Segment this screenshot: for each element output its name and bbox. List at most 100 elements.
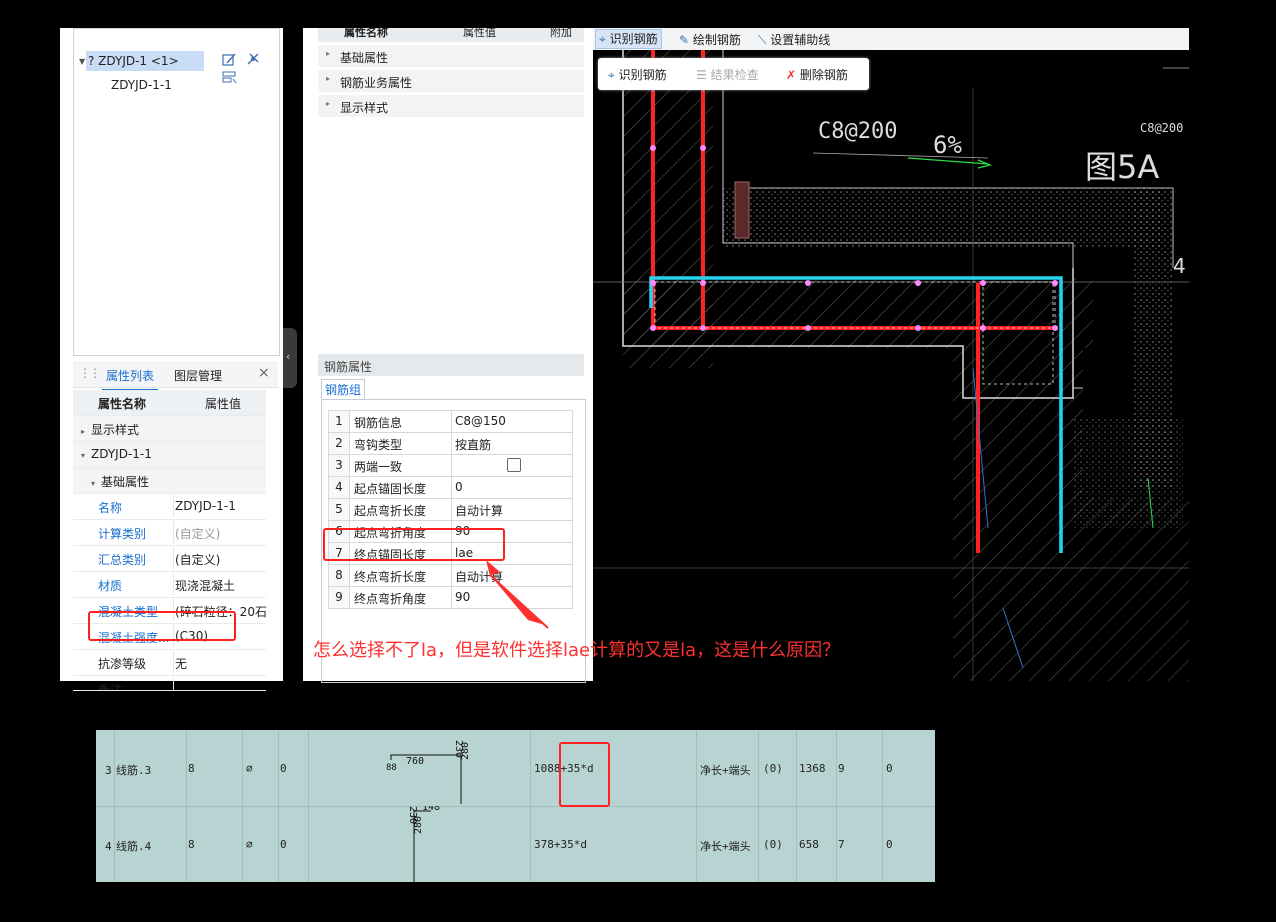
both-ends-checkbox[interactable] (507, 458, 521, 472)
group-display[interactable]: ▸ 显示样式 (73, 416, 266, 442)
svg-text:图5A: 图5A (1085, 148, 1159, 186)
property-value-input[interactable]: 现浇混凝土 (175, 577, 267, 594)
chevron-left-icon: ‹ (286, 350, 291, 363)
grid-row[interactable]: 5 起点弯折长度 自动计算 (328, 499, 573, 521)
highlight-concrete-strength (88, 611, 236, 641)
group-display-label: 显示样式 (91, 423, 140, 437)
tree-item-child-label: ZDYJD-1-1 (111, 78, 172, 92)
identify-rebar-icon: ⌖ (608, 68, 615, 82)
property-name: 汇总类别 (98, 553, 147, 567)
svg-text:88: 88 (386, 763, 397, 773)
identify-rebar-button[interactable]: ⌖ 识别钢筋 (608, 66, 667, 83)
set-guideline-tool[interactable]: ⟍ 设置辅助线 (758, 31, 830, 48)
rebar-length: 658 (799, 838, 819, 851)
property-row: 计算类别 (自定义) (73, 520, 266, 546)
table-row[interactable]: 3 线筋.3 8 ⌀ 0 760 230 280 88 1088+35*d 净长… (96, 730, 935, 806)
rebar-shape-3: 760 230 280 88 (386, 740, 471, 804)
cad-drawing: C8@200 6% 图5A C8@200 4 (593, 48, 1189, 681)
mid-header: 属性名称 属性值 附加 (318, 28, 584, 42)
pencil-icon: ✎ (679, 33, 690, 47)
group-basic[interactable]: ▸ 基础属性 (318, 45, 584, 68)
svg-text:280: 280 (460, 742, 471, 760)
svg-text:4: 4 (1173, 254, 1186, 278)
svg-text:C8@200: C8@200 (818, 119, 897, 144)
property-value-input[interactable]: ZDYJD-1-1 (175, 499, 267, 513)
grid-row[interactable]: 2 弯钩类型 按直筋 (328, 433, 573, 455)
tree-item-root[interactable]: ? ZDYJD-1 <1> (88, 54, 179, 68)
property-value-input[interactable]: (自定义) (175, 551, 267, 568)
svg-text:280: 280 (413, 816, 424, 834)
result-check-button[interactable]: ☰ 结果检查 (696, 66, 759, 83)
rebar-diameter: 8 (188, 838, 195, 851)
grid-row[interactable]: 3 两端一致 (328, 455, 573, 477)
property-row: 汇总类别 (自定义) (73, 546, 266, 572)
grid-row[interactable]: 1 钢筋信息 C8@150 (328, 410, 573, 433)
rebar-section-label: 钢筋属性 (324, 360, 373, 374)
collapse-handle[interactable]: ‹ (283, 328, 297, 388)
identify-rebar-tool[interactable]: ⌖ 识别钢筋 (595, 29, 662, 49)
grid-row[interactable]: 8 终点弯折长度 自动计算 (328, 565, 573, 587)
group-display-label: 显示样式 (340, 101, 389, 115)
rebar-section-title: 钢筋属性 (318, 354, 584, 376)
identify-rebar-icon: ⌖ (599, 32, 606, 46)
collapse-arrow-icon: ▾ (81, 451, 86, 460)
rebar-name: 线筋.4 (116, 840, 152, 853)
property-name: 抗渗等级 (98, 657, 147, 671)
rebar-shape-4: 148 230 280 (407, 806, 440, 882)
copy-component-icon[interactable] (245, 51, 261, 67)
tree-item-root-label: ? ZDYJD-1 <1> (88, 54, 179, 68)
rebar-formula: 378+35*d (534, 838, 587, 851)
property-value-input[interactable]: (自定义) (175, 525, 267, 542)
draw-rebar-tool[interactable]: ✎ 绘制钢筋 (679, 31, 741, 48)
tab-rebar-group[interactable]: 钢筋组 (321, 379, 365, 400)
tab-properties[interactable]: 属性列表 (101, 367, 159, 391)
close-icon[interactable]: × (258, 365, 270, 381)
tab-layers[interactable]: 图层管理 (174, 367, 222, 384)
group-basic[interactable]: ▾ 基础属性 (73, 468, 266, 494)
group-component-label: ZDYJD-1-1 (91, 447, 152, 461)
svg-text:148: 148 (422, 806, 440, 813)
property-tabs: ⋮⋮ 属性列表 图层管理 × (73, 361, 278, 391)
highlight-end-anchor (323, 528, 505, 561)
rebar-count: 9 (838, 762, 845, 775)
property-name: 备注 (98, 683, 123, 691)
component-panel: ▼ ? ZDYJD-1 <1> ZDYJD-1-1 ‹ ⋮⋮ 属性列表 图层管理… (60, 28, 297, 691)
rebar-result-table: 3 线筋.3 8 ⌀ 0 760 230 280 88 1088+35*d 净长… (96, 730, 935, 882)
layer-settings-icon[interactable] (221, 70, 237, 86)
component-tree: ▼ ? ZDYJD-1 <1> ZDYJD-1-1 (73, 28, 280, 356)
delete-rebar-button[interactable]: ✗ 删除钢筋 (786, 66, 848, 83)
group-basic-label: 基础属性 (101, 475, 150, 489)
expand-arrow-icon[interactable]: ▼ (79, 57, 85, 66)
group-rebar-business[interactable]: ▸ 钢筋业务属性 (318, 70, 584, 93)
property-value-input[interactable]: 无 (175, 655, 267, 672)
grid-row[interactable]: 4 起点锚固长度 0 (328, 477, 573, 499)
property-row: 备注 (73, 676, 266, 691)
guideline-icon: ⟍ (758, 33, 767, 47)
property-name: 计算类别 (98, 527, 147, 541)
rebar-grade-icon: ⌀ (246, 762, 253, 775)
svg-text:C8@200: C8@200 (1140, 121, 1183, 135)
cad-viewport[interactable]: C8@200 6% 图5A C8@200 4 ⌖ 识别钢筋 ✎ 绘制钢筋 ⟍ 设… (593, 28, 1189, 681)
group-basic-label: 基础属性 (340, 51, 389, 65)
group-display[interactable]: ▸ 显示样式 (318, 95, 584, 118)
rebar-grid: 1 钢筋信息 C8@150 2 弯钩类型 按直筋 3 两端一致 4 起点锚固长度 0 5 起点弯… (328, 410, 573, 609)
header-extra: 附加 (550, 28, 572, 39)
delete-icon: ✗ (786, 68, 797, 82)
header-value: 属性值 (205, 397, 242, 411)
header-name: 属性名称 (344, 28, 388, 39)
tree-item-child[interactable]: ZDYJD-1-1 (111, 78, 172, 92)
edit-component-icon[interactable] (221, 51, 237, 67)
table-row[interactable]: 4 线筋.4 8 ⌀ 0 148 230 280 378+35*d 净长+端头 … (96, 806, 935, 882)
group-component[interactable]: ▾ ZDYJD-1-1 (73, 442, 266, 468)
rebar-grade-icon: ⌀ (246, 838, 253, 851)
svg-text:6%: 6% (933, 131, 962, 159)
property-row: 材质 现浇混凝土 (73, 572, 266, 598)
property-table: 属性名称 属性值 ▸ 显示样式 ▾ ZDYJD-1-1 ▾ 基础属性 名称 ZDYJD… (73, 390, 267, 691)
property-name: 名称 (98, 501, 123, 515)
tree-toolbar (221, 51, 279, 89)
header-value: 属性值 (463, 28, 496, 39)
drag-handle-icon[interactable]: ⋮⋮ (79, 366, 101, 380)
property-row: 抗渗等级 无 (73, 650, 266, 676)
group-rebar-business-label: 钢筋业务属性 (340, 76, 413, 90)
grid-row[interactable]: 9 终点弯折角度 90 (328, 587, 573, 609)
